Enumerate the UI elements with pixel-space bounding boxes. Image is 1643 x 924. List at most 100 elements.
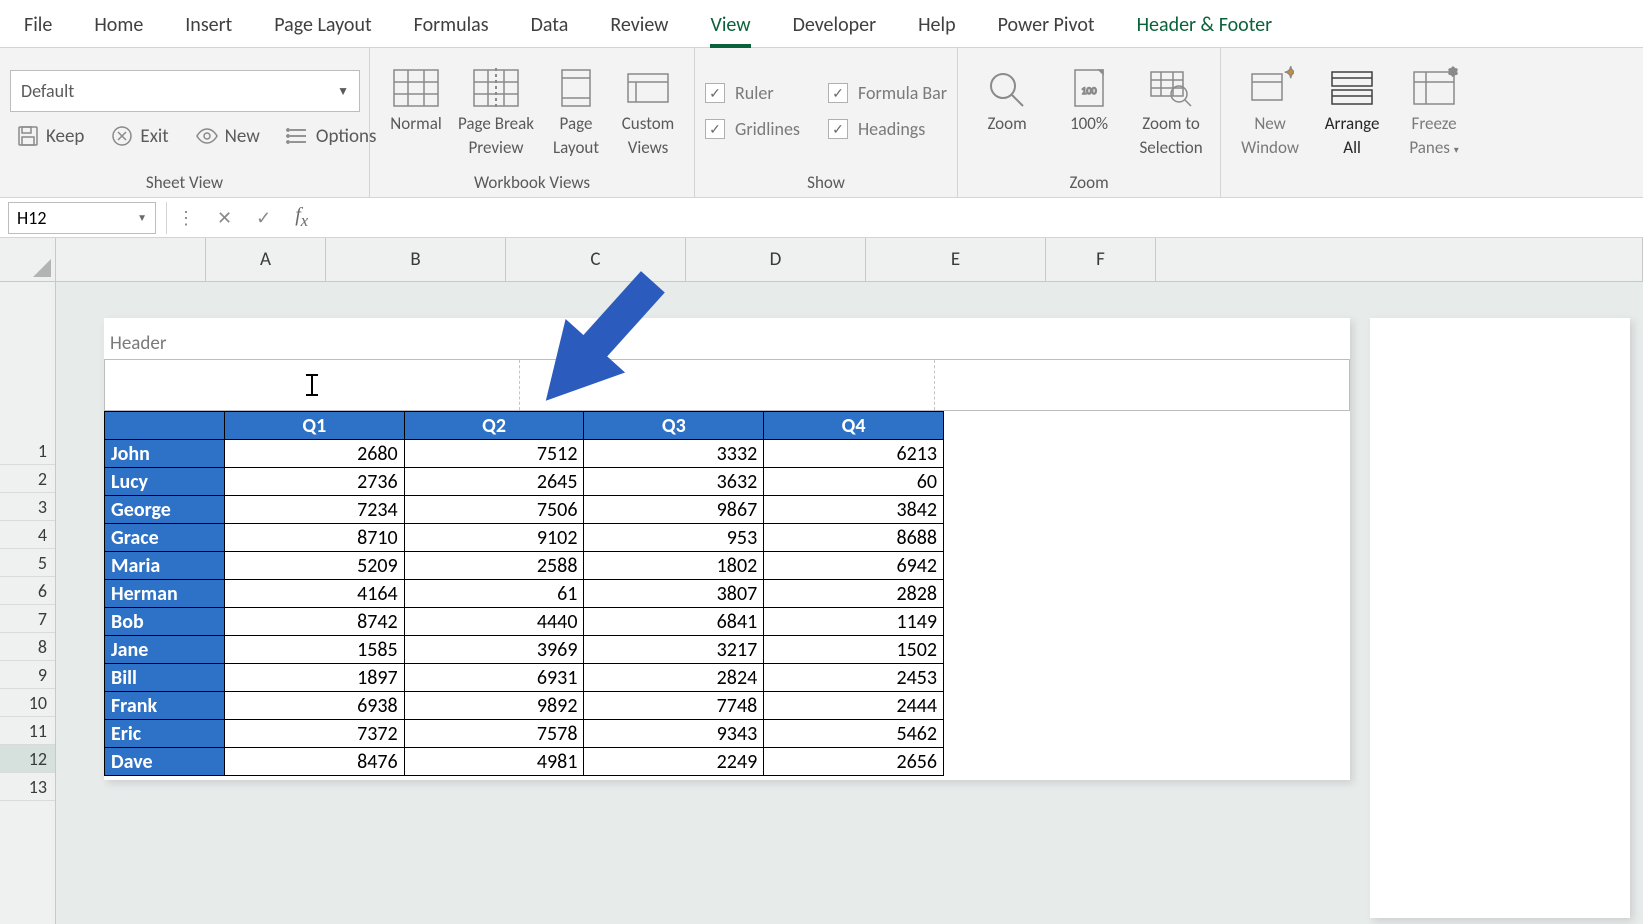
- cell-value[interactable]: 953: [584, 524, 764, 552]
- row-header-5[interactable]: 5: [0, 549, 55, 577]
- headings-checkbox[interactable]: ✓Headings: [828, 118, 947, 140]
- freeze-panes-button[interactable]: ❄ Freeze Panes ▾: [1395, 64, 1473, 157]
- th-blank[interactable]: [105, 412, 225, 440]
- formula-bar-checkbox[interactable]: ✓Formula Bar: [828, 82, 947, 104]
- col-header-B[interactable]: B: [326, 238, 506, 281]
- cell-value[interactable]: 2588: [404, 552, 584, 580]
- cancel-icon[interactable]: ✕: [217, 207, 232, 229]
- cell-value[interactable]: 61: [404, 580, 584, 608]
- zoom-to-selection-button[interactable]: Zoom to Selection: [1132, 64, 1210, 157]
- tab-power-pivot[interactable]: Power Pivot: [998, 13, 1095, 47]
- tab-help[interactable]: Help: [918, 13, 956, 47]
- cell-value[interactable]: 5462: [764, 720, 944, 748]
- row-header-12[interactable]: 12: [0, 745, 55, 773]
- cell-value[interactable]: 2453: [764, 664, 944, 692]
- cell-value[interactable]: 8688: [764, 524, 944, 552]
- cell-value[interactable]: 7748: [584, 692, 764, 720]
- select-all-corner[interactable]: [0, 238, 56, 282]
- cell-value[interactable]: 1502: [764, 636, 944, 664]
- cell-value[interactable]: 2736: [224, 468, 404, 496]
- cell-value[interactable]: 2824: [584, 664, 764, 692]
- cell-name[interactable]: Dave: [105, 748, 225, 776]
- options-button[interactable]: Options: [280, 120, 383, 152]
- formula-input[interactable]: [308, 202, 1643, 234]
- cell-value[interactable]: 3217: [584, 636, 764, 664]
- cell-value[interactable]: 6938: [224, 692, 404, 720]
- cell-value[interactable]: 8710: [224, 524, 404, 552]
- col-header-D[interactable]: D: [686, 238, 866, 281]
- cell-value[interactable]: 1585: [224, 636, 404, 664]
- cell-name[interactable]: Frank: [105, 692, 225, 720]
- row-header-13[interactable]: 13: [0, 773, 55, 801]
- cell-name[interactable]: Bill: [105, 664, 225, 692]
- cell-value[interactable]: 2828: [764, 580, 944, 608]
- cell-value[interactable]: 7234: [224, 496, 404, 524]
- cell-value[interactable]: 2680: [224, 440, 404, 468]
- cell-value[interactable]: 2249: [584, 748, 764, 776]
- tab-home[interactable]: Home: [94, 13, 143, 47]
- cell-value[interactable]: 3807: [584, 580, 764, 608]
- cell-value[interactable]: 6213: [764, 440, 944, 468]
- tab-file[interactable]: File: [24, 13, 52, 47]
- cell-value[interactable]: 1897: [224, 664, 404, 692]
- name-box[interactable]: H12 ▼: [8, 202, 156, 234]
- arrange-all-button[interactable]: Arrange All: [1313, 64, 1391, 157]
- cell-value[interactable]: 7512: [404, 440, 584, 468]
- tab-formulas[interactable]: Formulas: [414, 13, 489, 47]
- cell-value[interactable]: 4981: [404, 748, 584, 776]
- tab-developer[interactable]: Developer: [793, 13, 877, 47]
- row-header-11[interactable]: 11: [0, 717, 55, 745]
- cell-name[interactable]: Grace: [105, 524, 225, 552]
- row-header-8[interactable]: 8: [0, 633, 55, 661]
- exit-button[interactable]: Exit: [104, 120, 174, 152]
- tab-data[interactable]: Data: [531, 13, 569, 47]
- cell-name[interactable]: Herman: [105, 580, 225, 608]
- cell-value[interactable]: 6942: [764, 552, 944, 580]
- cell-name[interactable]: Eric: [105, 720, 225, 748]
- page-layout-button[interactable]: Page Layout: [540, 64, 612, 157]
- header-left-box[interactable]: [105, 360, 520, 410]
- page-break-preview-button[interactable]: Page Break Preview: [452, 64, 540, 157]
- cell-name[interactable]: George: [105, 496, 225, 524]
- cell-value[interactable]: 3842: [764, 496, 944, 524]
- cell-value[interactable]: 1149: [764, 608, 944, 636]
- cell-value[interactable]: 7578: [404, 720, 584, 748]
- tab-insert[interactable]: Insert: [185, 13, 232, 47]
- cell-value[interactable]: 5209: [224, 552, 404, 580]
- new-view-button[interactable]: New: [189, 120, 266, 152]
- row-header-10[interactable]: 10: [0, 689, 55, 717]
- row-header-1[interactable]: 1: [0, 437, 55, 465]
- cell-value[interactable]: 4164: [224, 580, 404, 608]
- cell-value[interactable]: 8742: [224, 608, 404, 636]
- cell-name[interactable]: Bob: [105, 608, 225, 636]
- zoom-100-button[interactable]: 100 100%: [1050, 64, 1128, 157]
- row-header-6[interactable]: 6: [0, 577, 55, 605]
- tab-page-layout[interactable]: Page Layout: [274, 13, 371, 47]
- col-header-F[interactable]: F: [1046, 238, 1156, 281]
- cell-value[interactable]: 6841: [584, 608, 764, 636]
- cell-value[interactable]: 9102: [404, 524, 584, 552]
- cell-value[interactable]: 8476: [224, 748, 404, 776]
- zoom-button[interactable]: Zoom: [968, 64, 1046, 157]
- cell-value[interactable]: 3969: [404, 636, 584, 664]
- normal-view-button[interactable]: Normal: [380, 64, 452, 157]
- cell-value[interactable]: 60: [764, 468, 944, 496]
- cell-value[interactable]: 7372: [224, 720, 404, 748]
- cell-value[interactable]: 2444: [764, 692, 944, 720]
- cell-value[interactable]: 2645: [404, 468, 584, 496]
- row-header-4[interactable]: 4: [0, 521, 55, 549]
- cell-value[interactable]: 9343: [584, 720, 764, 748]
- row-header-3[interactable]: 3: [0, 493, 55, 521]
- cell-value[interactable]: 2656: [764, 748, 944, 776]
- cell-name[interactable]: Lucy: [105, 468, 225, 496]
- tab-review[interactable]: Review: [610, 13, 668, 47]
- new-window-button[interactable]: ✦ New Window: [1231, 64, 1309, 157]
- col-header-A[interactable]: A: [206, 238, 326, 281]
- cell-name[interactable]: Jane: [105, 636, 225, 664]
- cell-value[interactable]: 7506: [404, 496, 584, 524]
- tab-header-footer[interactable]: Header & Footer: [1137, 13, 1273, 47]
- dots-icon[interactable]: ⋮: [177, 207, 193, 229]
- row-header-2[interactable]: 2: [0, 465, 55, 493]
- cell-value[interactable]: 9892: [404, 692, 584, 720]
- fx-icon[interactable]: fx: [295, 204, 308, 231]
